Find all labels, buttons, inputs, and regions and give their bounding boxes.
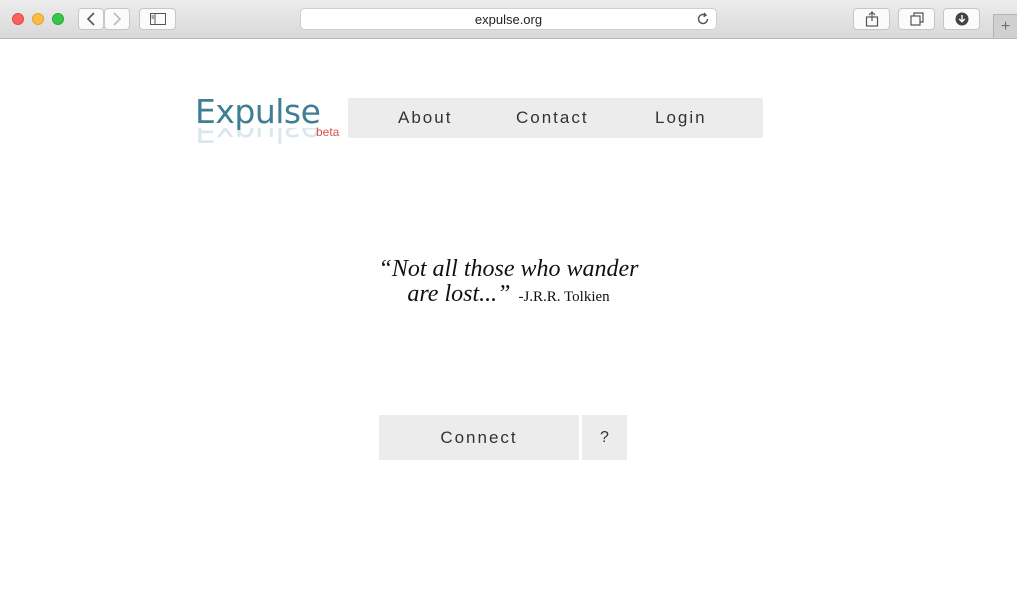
share-button[interactable] (853, 8, 890, 30)
minimize-window-button[interactable] (32, 13, 44, 25)
plus-icon: + (1000, 17, 1011, 35)
nav-login-link[interactable]: Login (655, 108, 707, 128)
browser-toolbar: expulse.org + (0, 0, 1017, 39)
close-window-button[interactable] (12, 13, 24, 25)
site-logo[interactable]: Expulse Expulse (195, 92, 321, 150)
chevron-left-icon (86, 12, 95, 26)
connect-button[interactable]: Connect (379, 415, 579, 460)
sidebar-button[interactable] (139, 8, 176, 30)
sidebar-icon (149, 13, 166, 25)
quote-line2: are lost...” -J.R.R. Tolkien (0, 281, 1017, 308)
logo-reflection: Expulse (195, 128, 321, 150)
main-nav: About Contact Login (348, 98, 763, 138)
quote-author: -J.R.R. Tolkien (518, 289, 610, 305)
logo-text: Expulse (195, 92, 321, 131)
back-button[interactable] (78, 8, 104, 30)
share-icon (865, 11, 878, 27)
quote-text-line1: “Not all those who wander (378, 256, 639, 282)
nav-contact-link[interactable]: Contact (516, 108, 589, 128)
zoom-window-button[interactable] (52, 13, 64, 25)
downloads-button[interactable] (943, 8, 980, 30)
tabs-overview-button[interactable] (898, 8, 935, 30)
forward-button[interactable] (104, 8, 130, 30)
quote-text-line2: are lost...” (407, 281, 511, 307)
chevron-right-icon (113, 12, 122, 26)
help-button[interactable]: ? (582, 415, 627, 460)
beta-badge: beta (316, 125, 340, 139)
reload-icon[interactable] (696, 12, 710, 31)
tabs-icon (909, 12, 924, 26)
url-text: expulse.org (474, 12, 543, 27)
download-icon (955, 12, 968, 26)
address-bar[interactable]: expulse.org (300, 8, 717, 30)
new-tab-button[interactable]: + (993, 14, 1017, 38)
nav-about-link[interactable]: About (398, 108, 452, 128)
